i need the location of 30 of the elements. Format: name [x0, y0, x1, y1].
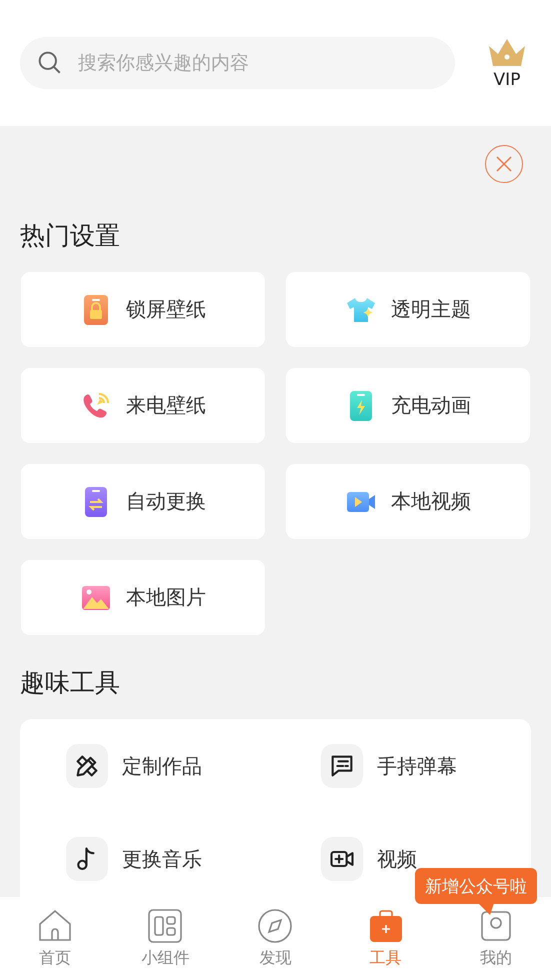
tool-label[interactable]: 定制作品	[122, 752, 202, 780]
nav-tab[interactable]: 发现	[220, 897, 331, 979]
tool-icon[interactable]	[321, 744, 363, 788]
setting-card[interactable]: 充电动画	[286, 368, 530, 443]
tool-label[interactable]: 更换音乐	[122, 846, 202, 872]
setting-card[interactable]: 本地图片	[21, 560, 265, 635]
tool-label[interactable]: 手持弹幕	[377, 752, 457, 780]
widgets-icon	[147, 908, 184, 944]
nav-tab[interactable]: 首页	[0, 897, 110, 979]
vip-label[interactable]: VIP	[494, 70, 520, 90]
toolbox-icon	[368, 908, 404, 944]
setting-card[interactable]: 本地视频	[286, 464, 530, 539]
tool-icon[interactable]	[321, 837, 363, 881]
tool-label[interactable]: 视频	[377, 846, 417, 872]
nav-tab[interactable]: 小组件	[110, 897, 220, 979]
tooltip: 新增公众号啦	[415, 868, 537, 904]
tool-icon[interactable]	[66, 837, 108, 881]
setting-card[interactable]: 锁屏壁纸	[21, 272, 265, 347]
setting-card[interactable]: 透明主题	[286, 272, 530, 347]
setting-card[interactable]: 来电壁纸	[21, 368, 265, 443]
section-heading: 趣味工具	[19, 667, 121, 699]
compass-icon	[257, 908, 294, 944]
search-icon	[37, 50, 63, 76]
close-icon	[495, 155, 513, 173]
home-icon	[37, 908, 74, 944]
tool-icon[interactable]	[66, 744, 108, 788]
section-heading: 热门设置	[19, 220, 121, 252]
search-field[interactable]: 搜索你感兴趣的内容	[20, 37, 455, 89]
tooltip-tail	[478, 903, 494, 915]
setting-card[interactable]: 自动更换	[21, 464, 265, 539]
